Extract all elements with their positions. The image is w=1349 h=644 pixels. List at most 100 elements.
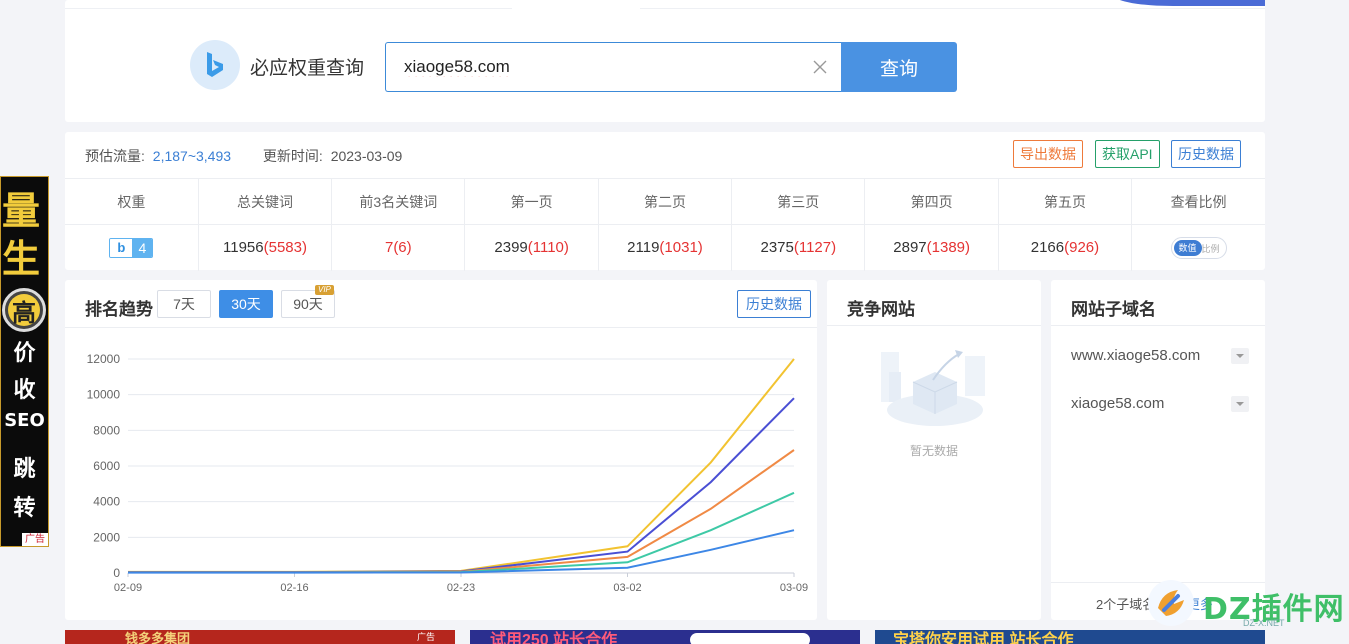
header-cell: 查看比例 [1131,178,1265,225]
y-tick-label: 4000 [93,495,120,509]
competitors-title: 竞争网站 [847,300,915,320]
history-data-button[interactable]: 历史数据 [1171,140,1241,168]
value-cell: 2119(1031) [598,224,733,271]
bottom-ad-2[interactable]: 试用250 站长合作 [470,630,860,644]
trend-divider [65,327,817,328]
toggle-off-label: 比例 [1201,243,1220,254]
top-banner-edge [1115,0,1265,6]
bottom-ad-1-tag: 广告 [416,632,435,642]
export-data-button[interactable]: 导出数据 [1013,140,1083,168]
ad-char: 收 [13,378,36,403]
ad-big-char: 量 [1,189,40,233]
y-tick-label: 8000 [93,423,120,437]
weight-cell: b 4 [65,224,199,271]
value-cell: 7(6) [331,224,466,271]
stats-value-row: b 4 11956(5583) 7(6) 2399(1110) 2119(103… [65,224,1265,271]
trend-title: 排名趋势 [85,300,153,320]
toggle-on-label: 数值 [1173,239,1202,256]
series-line [128,397,795,574]
ad-circle-text: 高 [8,294,40,327]
value-cell: 2399(1110) [464,224,599,271]
ad-char: 跳 [13,457,36,482]
top-tab [512,0,640,9]
domain-search-input[interactable] [404,55,784,79]
header-cell: 权重 [65,178,199,225]
traffic-label: 预估流量: [85,148,145,164]
left-ad-banner[interactable]: 量 生 高 价 收 SEO 跳 转 广告 [0,176,49,547]
search-title: 必应权重查询 [250,57,365,79]
get-api-button[interactable]: 获取API [1095,140,1160,168]
ad-big-char: 生 [1,237,40,281]
chevron-down-icon[interactable] [1231,348,1249,364]
stats-card: 预估流量: 2,187~3,493 更新时间: 2023-03-09 导出数据 … [65,132,1265,271]
search-card: 必应权重查询 查询 [65,0,1265,122]
update-value: 2023-03-09 [330,148,403,164]
value-paren: (6) [393,239,412,257]
y-tick-label: 0 [113,566,120,580]
bing-b-icon: b [110,238,133,257]
value-paren: (1127) [793,239,837,257]
trend-history-button[interactable]: 历史数据 [737,290,811,318]
header-cell: 第四页 [864,178,999,225]
watermark-logo-icon [1148,580,1194,626]
value-paren: (1110) [527,239,569,257]
ad-circle-badge: 高 [2,288,46,332]
header-cell: 第一页 [464,178,599,225]
search-button[interactable]: 查询 [841,42,957,92]
watermark-url: DZ-X.NET [1243,618,1285,628]
chevron-down-icon[interactable] [1231,396,1249,412]
value-main: 2897 [893,239,927,257]
header-cell: 第二页 [598,178,733,225]
empty-text: 暂无数据 [909,444,958,458]
traffic-value: 2,187~3,493 [152,148,232,164]
subdomains-divider [1051,325,1265,326]
range-30d-button[interactable]: 30天 [219,290,273,318]
weight-value: 4 [132,238,153,257]
search-box [385,42,841,92]
y-tick-label: 12000 [87,352,121,366]
weight-badge: b 4 [109,237,154,258]
stats-header-row: 权重 总关键词 前3名关键词 第一页 第二页 第三页 第四页 第五页 查看比例 [65,178,1265,225]
vip-badge: VIP [315,285,334,295]
clear-icon[interactable] [811,58,829,76]
value-cell: 2897(1389) [864,224,999,271]
series-line [128,358,795,573]
value-main: 2166 [1030,239,1065,257]
bottom-ad-3-text: 宝塔你安用试用 站长合作 [893,632,1074,644]
competitors-card: 竞争网站 暂无数据 [827,280,1041,620]
bing-logo-icon [190,40,240,90]
bottom-ad-1[interactable]: 钱多多集团 广告 [65,630,455,644]
value-cell: 2166(926) [998,224,1133,271]
value-cell: 2375(1127) [731,224,866,271]
value-ratio-toggle[interactable]: 数值 比例 [1170,236,1227,259]
subdomains-title: 网站子域名 [1071,300,1156,320]
header-cell: 总关键词 [198,178,333,225]
ad-char: 转 [13,496,36,521]
y-tick-label: 2000 [93,530,120,544]
x-tick-label: 02-23 [447,582,475,594]
stats-table: 权重 总关键词 前3名关键词 第一页 第二页 第三页 第四页 第五页 查看比例 … [65,178,1265,271]
value-main: 11956 [223,239,264,257]
y-tick-label: 6000 [93,459,120,473]
value-main: 2119 [627,239,660,257]
subdomains-card: 网站子域名 www.xiaoge58.com xiaoge58.com 2个子域… [1051,280,1265,620]
header-cell: 第五页 [998,178,1133,225]
subdomain-item[interactable]: xiaoge58.com [1071,395,1164,412]
trend-card: 排名趋势 7天 30天 90天 VIP 历史数据 0 2000 4000 6000 80… [65,280,817,620]
value-paren: (1031) [659,239,703,257]
toggle-cell: 数值 比例 [1131,224,1265,271]
x-tick-label: 03-09 [780,582,808,594]
ad-char: SEO [4,410,45,431]
series-line [128,491,795,574]
x-tick-label: 03-02 [613,582,641,594]
range-7d-button[interactable]: 7天 [157,290,211,318]
bottom-ad-2-text: 试用250 站长合作 [490,632,618,644]
x-tick-label: 02-09 [114,582,142,594]
subdomain-item[interactable]: www.xiaoge58.com [1071,347,1200,364]
header-cell: 前3名关键词 [331,178,466,225]
value-cell: 11956(5583) [198,224,333,271]
value-main: 2399 [494,239,528,257]
header-cell: 第三页 [731,178,866,225]
info-row: 预估流量: 2,187~3,493 更新时间: 2023-03-09 [85,146,406,166]
value-main: 2375 [760,239,794,257]
